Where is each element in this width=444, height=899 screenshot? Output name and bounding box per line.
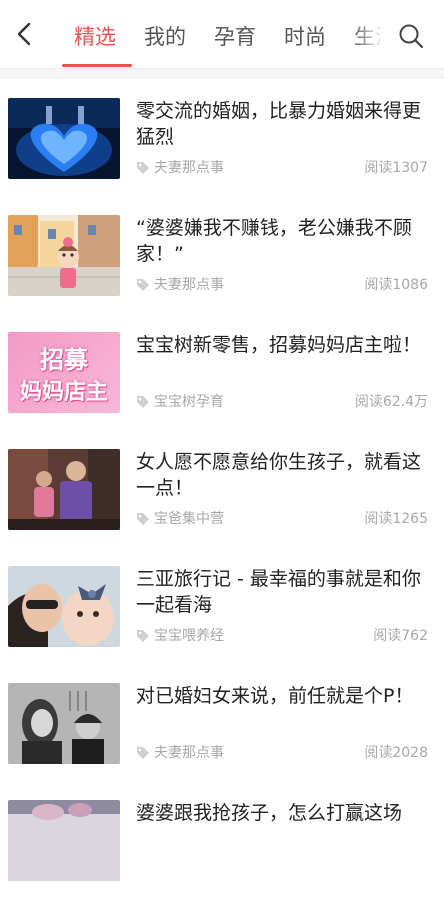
article-thumbnail xyxy=(8,800,120,881)
tag-icon xyxy=(137,279,149,291)
tabs-fade xyxy=(352,14,392,58)
article-thumbnail xyxy=(8,566,120,647)
article-source[interactable]: 夫妻那点事 xyxy=(154,743,224,763)
article-item[interactable]: “婆婆嫌我不赚钱，老公嫌我不顾家！” 夫妻那点事 阅读1086 xyxy=(0,197,444,314)
article-thumbnail: 招募 妈妈店主 xyxy=(8,332,120,413)
article-meta: 宝爸集中营 阅读1265 xyxy=(136,509,428,529)
article-meta: 夫妻那点事 阅读1307 xyxy=(136,158,428,178)
thumbnail-text-recruit: 招募 xyxy=(40,346,88,374)
article-thumbnail xyxy=(8,215,120,296)
article-thumbnail xyxy=(8,449,120,530)
tab-fashion[interactable]: 时尚 xyxy=(284,22,326,52)
tag-icon xyxy=(137,162,149,174)
article-source[interactable]: 夫妻那点事 xyxy=(154,158,224,178)
article-item[interactable]: 零交流的婚姻，比暴力婚姻来得更猛烈 夫妻那点事 阅读1307 xyxy=(0,80,444,197)
read-count: 阅读1265 xyxy=(364,511,428,527)
tag-icon xyxy=(137,630,149,642)
article-source[interactable]: 夫妻那点事 xyxy=(154,275,224,295)
category-tabs: 精选 我的 孕育 时尚 生活 xyxy=(62,0,390,68)
read-count: 阅读2028 xyxy=(364,745,428,761)
thumbnail-text-mom-owner: 妈妈店主 xyxy=(19,380,108,405)
article-item[interactable]: 婆婆跟我抢孩子，怎么打赢这场 xyxy=(0,782,444,899)
read-count: 阅读1307 xyxy=(364,160,428,176)
read-count: 阅读62.4万 xyxy=(354,394,428,410)
article-source[interactable]: 宝宝树孕育 xyxy=(154,392,224,412)
top-nav-bar: 精选 我的 孕育 时尚 生活 xyxy=(0,0,444,69)
article-item[interactable]: 对已婚妇女来说，前任就是个P！ 夫妻那点事 阅读2028 xyxy=(0,665,444,782)
article-item[interactable]: 女人愿不愿意给你生孩子，就看这一点！ 宝爸集中营 阅读1265 xyxy=(0,431,444,548)
article-meta: 夫妻那点事 阅读2028 xyxy=(136,743,428,763)
article-thumbnail xyxy=(8,683,120,764)
article-thumbnail xyxy=(8,98,120,179)
article-meta: 宝宝喂养经 阅读762 xyxy=(136,626,428,646)
article-title: 零交流的婚姻，比暴力婚姻来得更猛烈 xyxy=(136,100,422,148)
active-tab-indicator xyxy=(62,64,132,67)
read-count: 阅读762 xyxy=(373,628,428,644)
article-source[interactable]: 宝爸集中营 xyxy=(154,509,224,529)
article-title: 三亚旅行记 - 最幸福的事就是和你一起看海 xyxy=(136,568,421,616)
article-meta: 宝宝树孕育 阅读62.4万 xyxy=(136,392,428,412)
chevron-left-icon[interactable] xyxy=(14,22,36,46)
article-feed: 零交流的婚姻，比暴力婚姻来得更猛烈 夫妻那点事 阅读1307 “婆婆嫌我不赚钱，… xyxy=(0,80,444,899)
article-title: 女人愿不愿意给你生孩子，就看这一点！ xyxy=(136,451,422,499)
tag-icon xyxy=(137,396,149,408)
article-source[interactable]: 宝宝喂养经 xyxy=(154,626,224,646)
search-icon[interactable] xyxy=(398,23,424,49)
tab-mine[interactable]: 我的 xyxy=(144,22,186,52)
article-title: “婆婆嫌我不赚钱，老公嫌我不顾家！” xyxy=(136,217,412,265)
article-meta: 夫妻那点事 阅读1086 xyxy=(136,275,428,295)
tab-parenting[interactable]: 孕育 xyxy=(214,22,256,52)
article-item[interactable]: 三亚旅行记 - 最幸福的事就是和你一起看海 宝宝喂养经 阅读762 xyxy=(0,548,444,665)
article-title: 宝宝树新零售，招募妈妈店主啦！ xyxy=(136,334,422,356)
tag-icon xyxy=(137,513,149,525)
read-count: 阅读1086 xyxy=(364,277,428,293)
header-separator xyxy=(0,69,444,79)
tag-icon xyxy=(137,747,149,759)
article-title: 对已婚妇女来说，前任就是个P！ xyxy=(136,685,414,707)
tab-featured[interactable]: 精选 xyxy=(74,22,116,52)
article-title: 婆婆跟我抢孩子，怎么打赢这场 xyxy=(136,802,403,824)
article-item[interactable]: 招募 妈妈店主 宝宝树新零售，招募妈妈店主啦！ 宝宝树孕育 阅读62.4万 xyxy=(0,314,444,431)
